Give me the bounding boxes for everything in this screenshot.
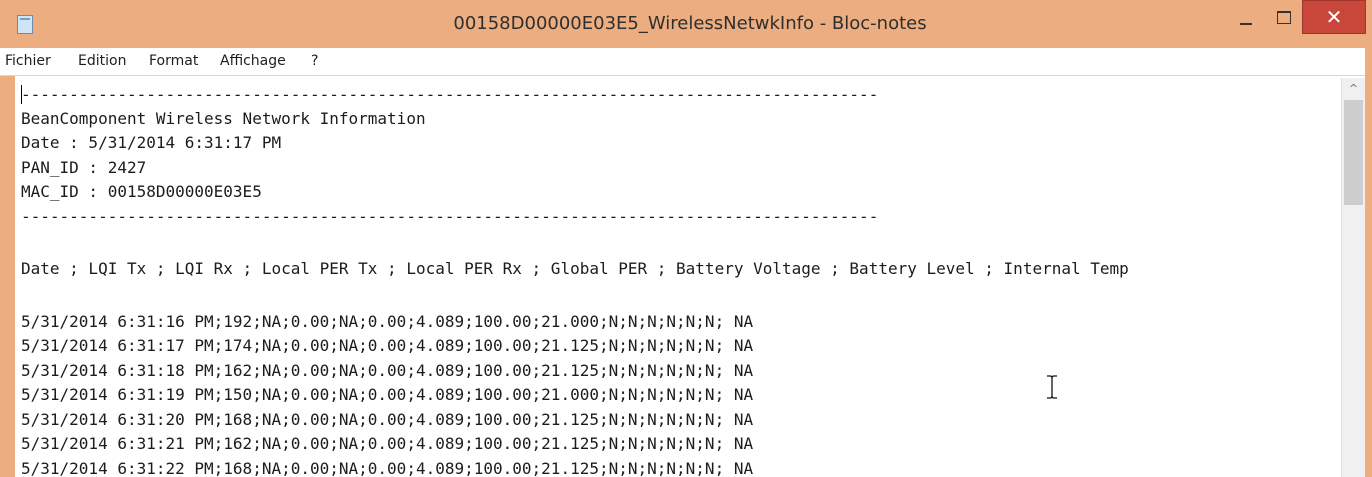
notepad-window: 00158D00000E03E5_WirelessNetwkInfo - Blo… [0, 0, 1372, 477]
date-line: Date : 5/31/2014 6:31:17 PM [21, 133, 282, 152]
menu-bar: Fichier Edition Format Affichage ? [0, 48, 1372, 76]
data-row: 5/31/2014 6:31:19 PM;150;NA;0.00;NA;0.00… [21, 385, 754, 404]
data-row: 5/31/2014 6:31:17 PM;174;NA;0.00;NA;0.00… [21, 336, 754, 355]
close-icon: ✕ [1325, 5, 1343, 29]
window-frame-left [0, 76, 15, 477]
minimize-icon [1240, 23, 1252, 25]
menu-fichier[interactable]: Fichier [5, 53, 51, 69]
pan-id-line: PAN_ID : 2427 [21, 158, 147, 177]
data-row: 5/31/2014 6:31:18 PM;162;NA;0.00;NA;0.00… [21, 361, 754, 380]
heading-line: BeanComponent Wireless Network Informati… [21, 109, 426, 128]
separator-line: ----------------------------------------… [21, 85, 879, 104]
menu-help[interactable]: ? [311, 53, 318, 69]
title-bar[interactable]: 00158D00000E03E5_WirelessNetwkInfo - Blo… [0, 0, 1372, 48]
menu-format[interactable]: Format [149, 53, 198, 69]
separator-line: ----------------------------------------… [21, 207, 879, 226]
menu-edition[interactable]: Edition [78, 53, 126, 69]
vertical-scrollbar[interactable]: ^ [1341, 78, 1365, 477]
menu-affichage[interactable]: Affichage [220, 53, 286, 69]
text-caret [21, 85, 22, 104]
mac-id-line: MAC_ID : 00158D00000E03E5 [21, 182, 262, 201]
ibeam-cursor-icon [1047, 375, 1057, 399]
close-button[interactable]: ✕ [1302, 0, 1366, 34]
minimize-button[interactable] [1232, 0, 1260, 34]
data-row: 5/31/2014 6:31:20 PM;168;NA;0.00;NA;0.00… [21, 410, 754, 429]
scroll-up-arrow-icon[interactable]: ^ [1342, 78, 1365, 100]
data-row: 5/31/2014 6:31:22 PM;168;NA;0.00;NA;0.00… [21, 459, 754, 477]
text-editor[interactable]: ----------------------------------------… [15, 78, 1340, 477]
window-title: 00158D00000E03E5_WirelessNetwkInfo - Blo… [453, 13, 927, 34]
scroll-thumb[interactable] [1344, 100, 1363, 205]
data-row: 5/31/2014 6:31:21 PM;162;NA;0.00;NA;0.00… [21, 434, 754, 453]
data-row: 5/31/2014 6:31:16 PM;192;NA;0.00;NA;0.00… [21, 312, 754, 331]
column-header-line: Date ; LQI Tx ; LQI Rx ; Local PER Tx ; … [21, 259, 1129, 278]
maximize-button[interactable] [1268, 0, 1300, 34]
maximize-icon [1277, 10, 1291, 24]
notepad-icon[interactable] [17, 15, 33, 34]
window-frame-right [1365, 48, 1372, 477]
